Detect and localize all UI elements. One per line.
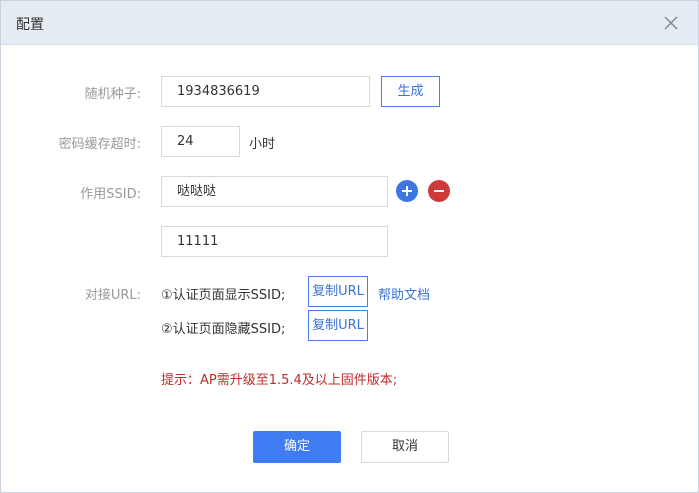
url-hide-ssid-text: ②认证页面隐藏SSID; — [161, 322, 286, 337]
ssid-input-1[interactable]: 哒哒哒 — [161, 176, 388, 207]
confirm-button[interactable]: 确定 — [253, 431, 341, 463]
cache-timeout-unit: 小时 — [249, 137, 276, 152]
cache-timeout-input[interactable]: 24 — [161, 126, 240, 157]
copy-url-button-hide[interactable]: 复制URL — [308, 310, 368, 341]
copy-url-button-show[interactable]: 复制URL — [308, 276, 368, 307]
url-label: 对接URL: — [84, 288, 141, 303]
close-icon[interactable] — [662, 14, 680, 32]
config-dialog: 配置 随机种子: 1934836619 生成 密码缓存超时: 24 小时 作用S… — [0, 0, 699, 493]
cache-timeout-label: 密码缓存超时: — [58, 137, 141, 152]
url-show-ssid-text: ①认证页面显示SSID; — [161, 288, 286, 303]
plus-circle-icon[interactable] — [396, 180, 418, 202]
cancel-button[interactable]: 取消 — [361, 431, 449, 463]
dialog-title: 配置 — [16, 17, 44, 33]
ssid-input-2[interactable]: 11111 — [161, 226, 388, 257]
firmware-tip: 提示：AP需升级至1.5.4及以上固件版本; — [161, 373, 398, 388]
dialog-header: 配置 — [1, 1, 698, 45]
minus-circle-icon[interactable] — [428, 180, 450, 202]
seed-input[interactable]: 1934836619 — [161, 76, 370, 107]
help-doc-link[interactable]: 帮助文档 — [378, 284, 430, 303]
seed-label: 随机种子: — [84, 87, 141, 102]
ssid-label: 作用SSID: — [80, 187, 141, 202]
generate-button[interactable]: 生成 — [381, 76, 440, 107]
